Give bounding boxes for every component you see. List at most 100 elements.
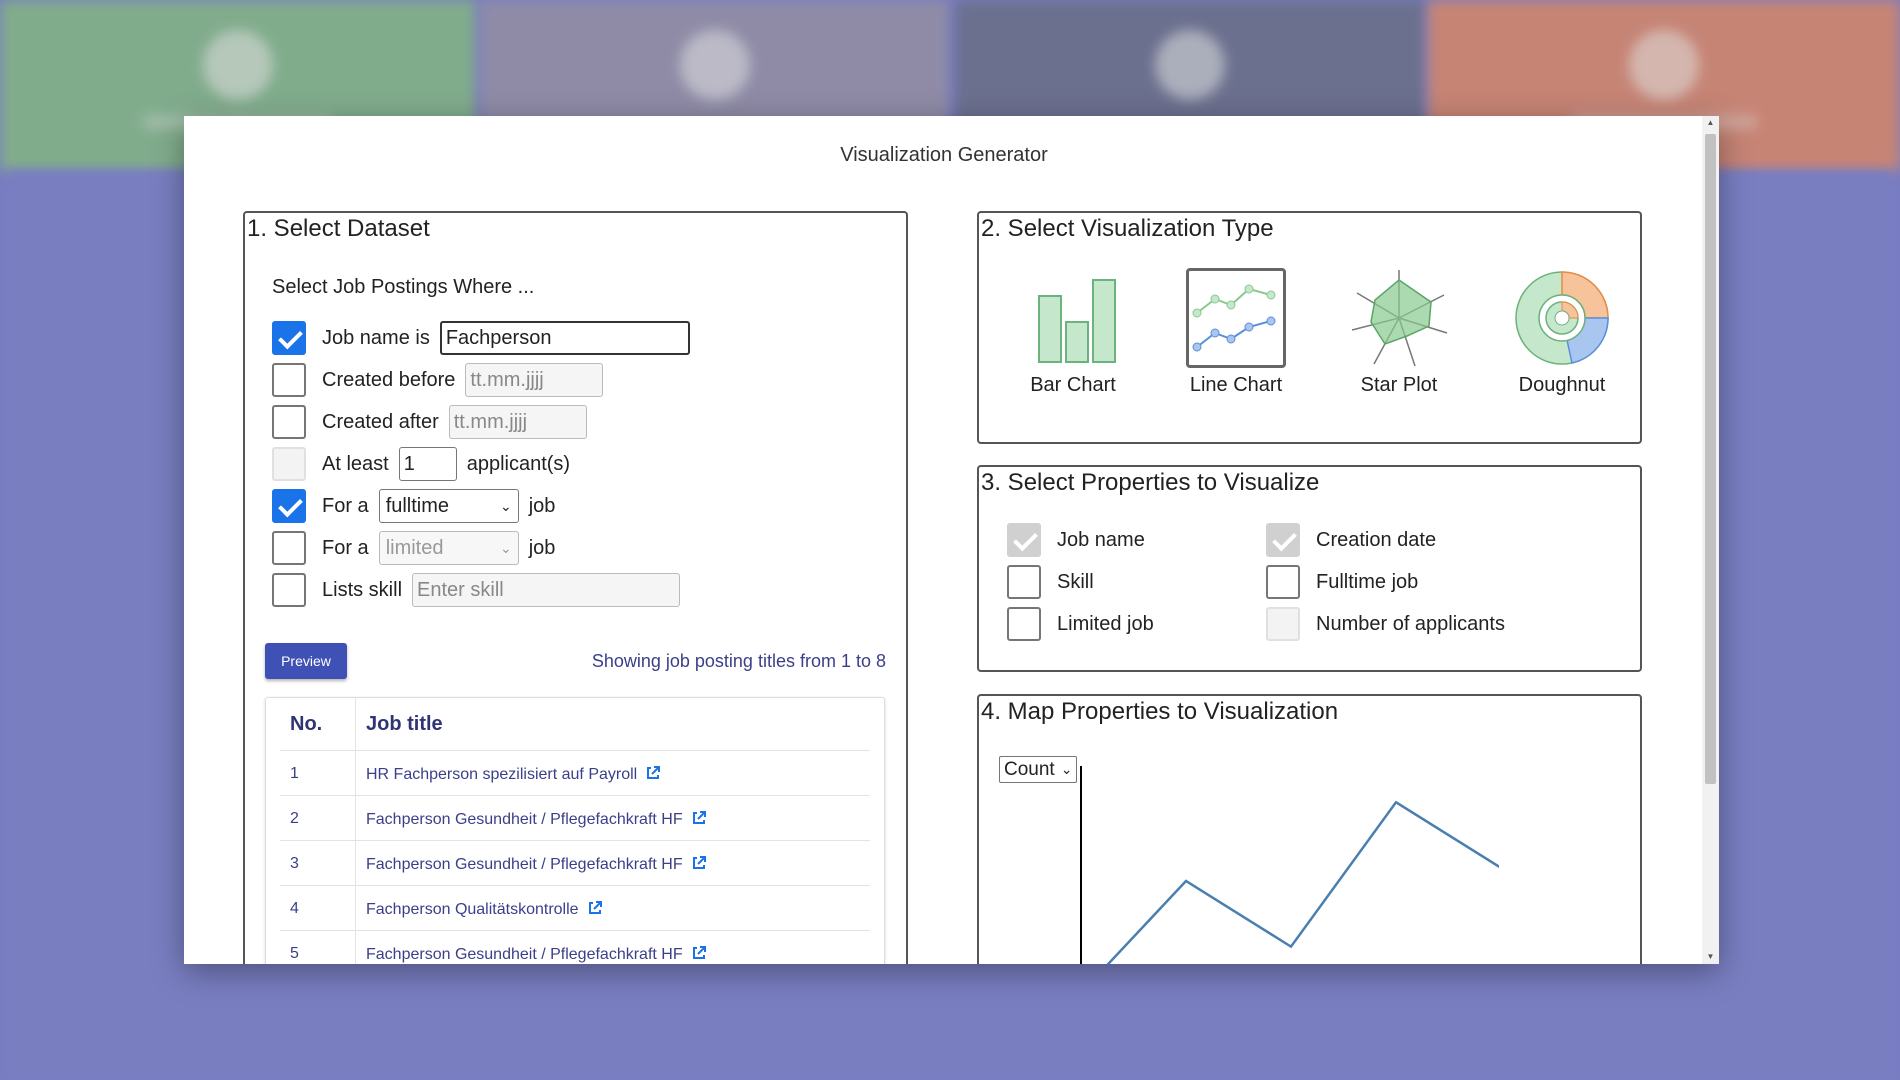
viz-type-star-plot[interactable]: Star Plot (1329, 268, 1469, 397)
star-plot-label: Star Plot (1360, 374, 1438, 396)
viz-type-bar-chart[interactable]: Bar Chart (1003, 268, 1143, 397)
preview-button[interactable]: Preview (265, 643, 347, 679)
scroll-thumb[interactable] (1705, 134, 1716, 784)
filter-limited: For a limited ⌄ job (272, 530, 555, 566)
fulltime-label: For a (322, 494, 369, 517)
fulltime-job-property-label: Fulltime job (1316, 570, 1419, 593)
external-link-icon[interactable] (587, 900, 603, 916)
job-postings-table: No. Job title 1 HR Fachperson spezilisie… (265, 697, 885, 964)
limited-job-property-label: Limited job (1057, 612, 1154, 635)
header-job-title: Job title (366, 712, 443, 735)
skill-label: Lists skill (322, 578, 403, 601)
doughnut-option[interactable] (1512, 268, 1612, 368)
fulltime-checkbox[interactable] (272, 489, 306, 523)
created-before-checkbox[interactable] (272, 363, 306, 397)
viz-type-line-chart[interactable]: Line Chart (1166, 268, 1306, 397)
doughnut-icon (1515, 271, 1609, 365)
select-dataset-panel: 1. Select Dataset Select Job Postings Wh… (243, 211, 908, 964)
job-title-text: Fachperson Gesundheit / Pflegefachkraft … (366, 811, 683, 828)
skill-input[interactable]: Enter skill (412, 573, 681, 607)
job-title-text: HR Fachperson spezilisiert auf Payroll (366, 766, 638, 783)
job-name-input[interactable]: Fachperson (439, 321, 690, 355)
select-viz-type-panel: 2. Select Visualization Type Bar Chart L… (977, 211, 1642, 444)
job-name-checkbox[interactable] (272, 321, 306, 355)
job-title-link[interactable]: Fachperson Gesundheit / Pflegefachkraft … (366, 945, 707, 964)
skill-property-label: Skill (1057, 570, 1094, 593)
skill-property-checkbox[interactable] (1007, 565, 1041, 599)
applicants-suffix: applicant(s) (466, 452, 571, 475)
fulltime-select-value: fulltime (385, 494, 450, 517)
job-title-link[interactable]: Fachperson Qualitätskontrolle (366, 900, 603, 919)
modal-scrollbar[interactable]: ▲ ▼ (1702, 116, 1719, 964)
limited-checkbox[interactable] (272, 531, 306, 565)
created-after-checkbox[interactable] (272, 405, 306, 439)
viz-type-doughnut[interactable]: Doughnut (1492, 268, 1632, 397)
doughnut-label: Doughnut (1518, 374, 1606, 396)
fulltime-job-property-checkbox[interactable] (1266, 565, 1300, 599)
external-link-icon[interactable] (691, 810, 707, 826)
property-number-of-applicants: Number of applicants (1266, 606, 1505, 642)
job-title-link[interactable]: HR Fachperson spezilisiert auf Payroll (366, 765, 661, 784)
property-fulltime-job: Fulltime job (1266, 564, 1418, 600)
map-properties-panel: 4. Map Properties to Visualization Count… (977, 694, 1642, 964)
filter-job-name: Job name is Fachperson (272, 320, 690, 356)
skill-checkbox[interactable] (272, 573, 306, 607)
line-chart-icon (1192, 284, 1276, 352)
bar-chart-option[interactable] (1023, 268, 1123, 368)
table-row: 3 Fachperson Gesundheit / Pflegefachkraf… (280, 840, 870, 885)
creation-date-property-checkbox[interactable] (1266, 523, 1300, 557)
limited-label: For a (322, 536, 369, 559)
job-title-link[interactable]: Fachperson Gesundheit / Pflegefachkraft … (366, 855, 707, 874)
property-limited-job: Limited job (1007, 606, 1154, 642)
limited-job-property-checkbox[interactable] (1007, 607, 1041, 641)
property-creation-date: Creation date (1266, 522, 1436, 558)
at-least-checkbox[interactable] (272, 447, 306, 481)
created-after-label: Created after (322, 410, 439, 433)
filter-at-least-applicants: At least 1 applicant(s) (272, 446, 570, 482)
filter-skill: Lists skill Enter skill (272, 572, 681, 608)
bar-chart-label: Bar Chart (1030, 374, 1116, 396)
line-chart-label: Line Chart (1189, 374, 1283, 396)
select-viz-type-title: 2. Select Visualization Type (981, 215, 1274, 242)
measure-select-value: Count (1004, 758, 1055, 780)
table-row: 1 HR Fachperson spezilisiert auf Payroll (280, 750, 870, 795)
job-title-text: Fachperson Gesundheit / Pflegefachkraft … (366, 946, 683, 963)
limited-suffix: job (528, 536, 556, 559)
star-plot-option[interactable] (1349, 268, 1449, 368)
row-number: 4 (290, 900, 299, 917)
filter-created-before: Created before tt.mm.jjjj (272, 362, 604, 398)
filter-created-after: Created after tt.mm.jjjj (272, 404, 587, 440)
visualization-generator-modal: Visualization Generator ▲ ▼ 1. Select Da… (184, 116, 1719, 964)
number-of-applicants-property-checkbox[interactable] (1266, 607, 1300, 641)
fulltime-suffix: job (528, 494, 556, 517)
created-before-date-input[interactable]: tt.mm.jjjj (465, 363, 604, 397)
row-number: 1 (290, 765, 299, 782)
table-row: 5 Fachperson Gesundheit / Pflegefachkraf… (280, 930, 870, 964)
scroll-down-arrow-icon[interactable]: ▼ (1702, 950, 1719, 964)
external-link-icon[interactable] (691, 945, 707, 961)
select-intro-text: Select Job Postings Where ... (272, 276, 535, 298)
preview-series-line (1106, 800, 1499, 964)
job-name-label: Job name is (322, 326, 430, 349)
scroll-up-arrow-icon[interactable]: ▲ (1702, 116, 1719, 130)
external-link-icon[interactable] (645, 765, 661, 781)
limited-select[interactable]: limited ⌄ (378, 531, 519, 565)
chevron-down-icon: ⌄ (499, 497, 512, 514)
job-name-property-checkbox[interactable] (1007, 523, 1041, 557)
number-of-applicants-property-label: Number of applicants (1316, 612, 1505, 635)
line-chart-option[interactable] (1186, 268, 1286, 368)
fulltime-select[interactable]: fulltime ⌄ (378, 489, 519, 523)
created-before-label: Created before (322, 368, 456, 391)
bar-chart-icon (1038, 279, 1116, 363)
property-skill: Skill (1007, 564, 1094, 600)
applicant-count-input[interactable]: 1 (398, 447, 457, 481)
limited-select-value: limited (385, 536, 444, 559)
measure-select[interactable]: Count ⌄ (999, 756, 1078, 783)
showing-range-text: Showing job posting titles from 1 to 8 (591, 651, 886, 671)
header-no: No. (290, 712, 323, 735)
created-after-date-input[interactable]: tt.mm.jjjj (448, 405, 587, 439)
modal-title: Visualization Generator (840, 144, 1048, 166)
external-link-icon[interactable] (691, 855, 707, 871)
chevron-down-icon: ⌄ (1060, 761, 1073, 777)
job-title-link[interactable]: Fachperson Gesundheit / Pflegefachkraft … (366, 810, 707, 829)
